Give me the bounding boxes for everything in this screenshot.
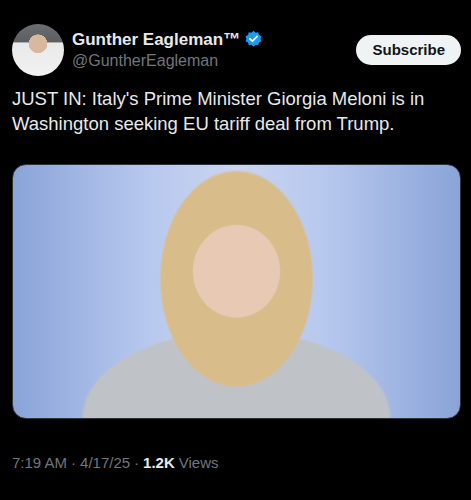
views-label: Views — [179, 453, 219, 473]
author-name-row: Gunther Eagleman™ — [72, 29, 348, 50]
author-handle[interactable]: @GuntherEagleman — [72, 50, 348, 71]
view-count: 1.2KViews — [143, 453, 218, 473]
subscribe-button[interactable]: Subscribe — [356, 35, 461, 65]
post-photo[interactable] — [12, 164, 461, 419]
views-number: 1.2K — [143, 453, 175, 473]
post-header: Gunther Eagleman™@GuntherEagleman Subscri… — [12, 24, 461, 76]
avatar-photo[interactable] — [12, 24, 64, 76]
post-meta: 7:19 AM·4/17/25·1.2KViews — [12, 453, 461, 473]
author-name[interactable]: Gunther Eagleman™ — [72, 29, 240, 50]
meta-separator: · — [71, 453, 76, 473]
post-text: JUST IN: Italy's Prime Minister Giorgia … — [12, 86, 461, 136]
post-date[interactable]: 4/17/25 — [80, 453, 130, 473]
author-info: Gunther Eagleman™@GuntherEagleman — [72, 29, 348, 71]
post-time[interactable]: 7:19 AM — [12, 453, 67, 473]
verified-badge-icon — [244, 30, 263, 49]
meta-separator: · — [134, 453, 139, 473]
